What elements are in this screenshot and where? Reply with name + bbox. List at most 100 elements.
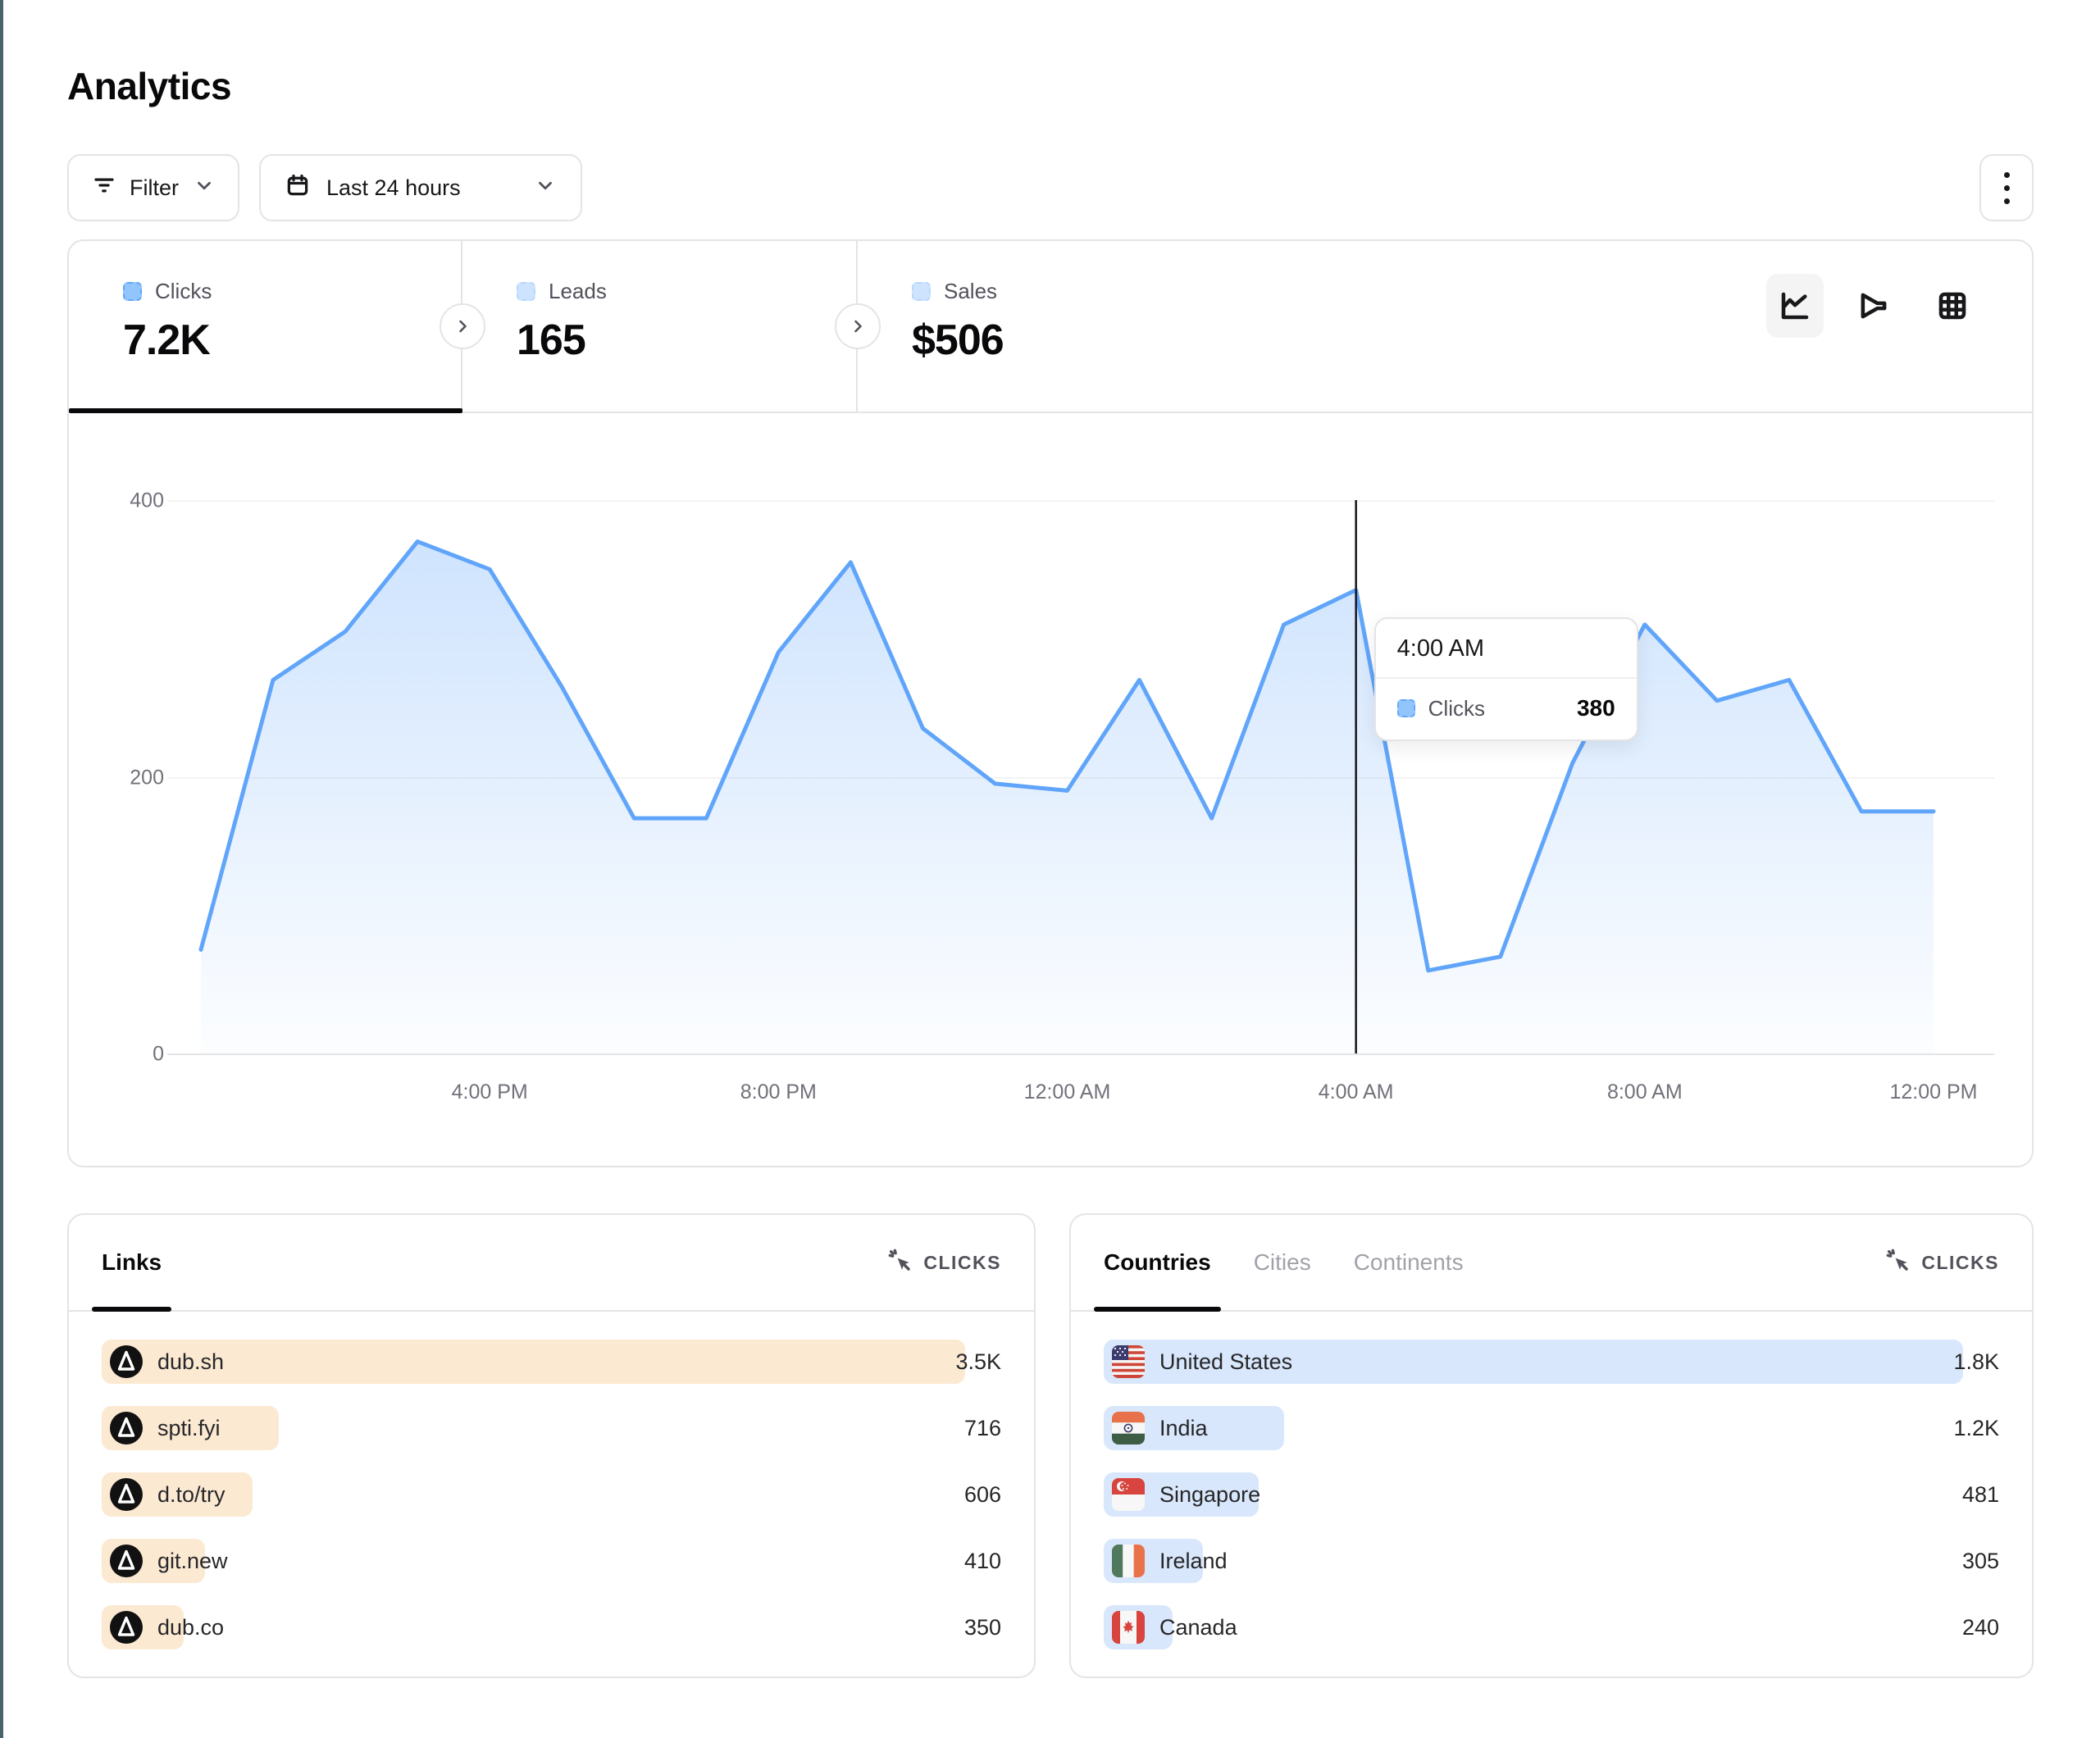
- calendar-icon: [285, 173, 310, 203]
- stats-row: Clicks 7.2K Leads 165 Sales $506: [69, 241, 2032, 413]
- row-value: 410: [964, 1549, 1001, 1574]
- clicks-value: 7.2K: [123, 316, 461, 365]
- leads-legend-swatch: [517, 282, 535, 301]
- link-row-spti-fyi[interactable]: spti.fyi 716: [102, 1406, 1001, 1450]
- tooltip-series-swatch: [1397, 699, 1415, 717]
- funnel-chart-icon[interactable]: [1845, 274, 1902, 338]
- row-value: 481: [1962, 1482, 1999, 1508]
- row-label: Ireland: [1159, 1549, 1228, 1574]
- line-chart-icon[interactable]: [1766, 274, 1824, 338]
- x-tick-label: 8:00 PM: [713, 1081, 844, 1104]
- row-value: 3.5K: [955, 1349, 1001, 1375]
- x-tick-label: 8:00 AM: [1579, 1081, 1711, 1104]
- tab-cities[interactable]: Cities: [1254, 1215, 1311, 1310]
- y-tick-label: 200: [90, 766, 164, 789]
- date-range-button[interactable]: Last 24 hours: [259, 154, 582, 221]
- area-chart-svg: [201, 500, 1934, 1053]
- links-list: dub.sh 3.5K spti.fyi 716 d.to/try 606 gi…: [102, 1340, 1001, 1672]
- leads-value: 165: [517, 316, 856, 365]
- stat-label: Clicks: [155, 279, 212, 304]
- x-tick-label: 12:00 PM: [1868, 1081, 1999, 1104]
- countries-list: United States 1.8K India 1.2K Singapore …: [1104, 1340, 1999, 1672]
- tab-links[interactable]: Links: [102, 1215, 162, 1310]
- page-title: Analytics: [67, 64, 231, 108]
- x-tick-label: 12:00 AM: [1002, 1081, 1133, 1104]
- row-label: spti.fyi: [157, 1416, 221, 1441]
- tab-leads[interactable]: Leads 165: [462, 241, 858, 412]
- analytics-card: Clicks 7.2K Leads 165 Sales $506: [67, 239, 2034, 1167]
- dub-logo: [110, 1545, 143, 1577]
- chart-tooltip: 4:00 AM Clicks 380: [1374, 617, 1638, 741]
- country-row-india[interactable]: India 1.2K: [1104, 1406, 1999, 1450]
- row-value: 1.2K: [1953, 1416, 1999, 1441]
- dub-logo: [110, 1412, 143, 1445]
- area-fill: [201, 542, 1934, 1053]
- flag-sg-icon: [1112, 1478, 1145, 1511]
- tooltip-series-label: Clicks: [1428, 696, 1485, 721]
- flag-in-icon: [1112, 1412, 1145, 1445]
- country-row-singapore[interactable]: Singapore 481: [1104, 1472, 1999, 1517]
- sales-value: $506: [912, 316, 1268, 365]
- tab-countries[interactable]: Countries: [1104, 1215, 1211, 1310]
- row-label: dub.sh: [157, 1349, 224, 1375]
- tooltip-value: 380: [1577, 695, 1615, 721]
- link-row-dub-co[interactable]: dub.co 350: [102, 1605, 1001, 1649]
- tab-sales[interactable]: Sales $506: [858, 241, 1268, 412]
- country-row-united-states[interactable]: United States 1.8K: [1104, 1340, 1999, 1384]
- y-tick-label: 0: [90, 1043, 164, 1067]
- countries-panel-header: Countries Cities Continents CLICKS: [1071, 1215, 2032, 1312]
- row-value: 716: [964, 1416, 1001, 1441]
- more-options-button[interactable]: [1979, 154, 2034, 221]
- cursor-click-icon: [887, 1248, 913, 1278]
- links-panel: Links CLICKS dub.sh 3.5K spti.fyi 716 d: [67, 1213, 1036, 1678]
- flag-ca-icon: [1112, 1611, 1145, 1644]
- sales-legend-swatch: [912, 282, 931, 301]
- tab-label: Cities: [1254, 1249, 1311, 1276]
- link-row-git-new[interactable]: git.new 410: [102, 1539, 1001, 1583]
- tab-label: Countries: [1104, 1249, 1211, 1276]
- expand-clicks-button[interactable]: [440, 303, 485, 349]
- row-value: 240: [1962, 1615, 1999, 1640]
- x-tick-label: 4:00 AM: [1291, 1081, 1422, 1104]
- kebab-menu-icon: [2004, 172, 2010, 204]
- row-label: d.to/try: [157, 1482, 225, 1508]
- tab-label: Continents: [1354, 1249, 1464, 1276]
- date-range-label: Last 24 hours: [326, 175, 461, 201]
- country-row-canada[interactable]: Canada 240: [1104, 1605, 1999, 1649]
- country-row-ireland[interactable]: Ireland 305: [1104, 1539, 1999, 1583]
- tab-clicks[interactable]: Clicks 7.2K: [69, 241, 462, 412]
- row-label: git.new: [157, 1549, 228, 1574]
- link-row-d-to-try[interactable]: d.to/try 606: [102, 1472, 1001, 1517]
- links-panel-header: Links CLICKS: [69, 1215, 1034, 1312]
- row-value: 606: [964, 1482, 1001, 1508]
- metric-label: CLICKS: [1921, 1252, 1999, 1274]
- tab-label: Links: [102, 1249, 162, 1276]
- table-icon[interactable]: [1924, 274, 1981, 338]
- toolbar: Filter Last 24 hours: [67, 154, 2034, 221]
- expand-leads-button[interactable]: [835, 303, 881, 349]
- countries-panel: Countries Cities Continents CLICKS Unite…: [1069, 1213, 2034, 1678]
- row-label: India: [1159, 1416, 1208, 1441]
- row-value: 1.8K: [1953, 1349, 1999, 1375]
- flag-us-icon: [1112, 1345, 1145, 1378]
- row-label: dub.co: [157, 1615, 224, 1640]
- x-tick-label: 4:00 PM: [424, 1081, 555, 1104]
- gridline-0: [167, 1053, 1994, 1055]
- chevron-down-icon: [535, 175, 556, 202]
- tooltip-time: 4:00 AM: [1376, 619, 1637, 679]
- link-row-dub-sh[interactable]: dub.sh 3.5K: [102, 1340, 1001, 1384]
- filter-button[interactable]: Filter: [67, 154, 239, 221]
- row-value: 350: [964, 1615, 1001, 1640]
- stat-label: Leads: [549, 279, 607, 304]
- row-value: 305: [1962, 1549, 1999, 1574]
- row-label: United States: [1159, 1349, 1292, 1375]
- chevron-down-icon: [194, 175, 215, 202]
- dub-logo: [110, 1478, 143, 1511]
- clicks-legend-swatch: [123, 282, 142, 301]
- clicks-timeseries-chart[interactable]: 0200400 4:00 PM8:00 PM12:00 AM4:00 AM8:0…: [69, 412, 2032, 1166]
- links-metric[interactable]: CLICKS: [887, 1248, 1001, 1278]
- metric-label: CLICKS: [923, 1252, 1001, 1274]
- countries-metric[interactable]: CLICKS: [1885, 1248, 1999, 1278]
- tab-continents[interactable]: Continents: [1354, 1215, 1464, 1310]
- filter-button-label: Filter: [130, 175, 179, 201]
